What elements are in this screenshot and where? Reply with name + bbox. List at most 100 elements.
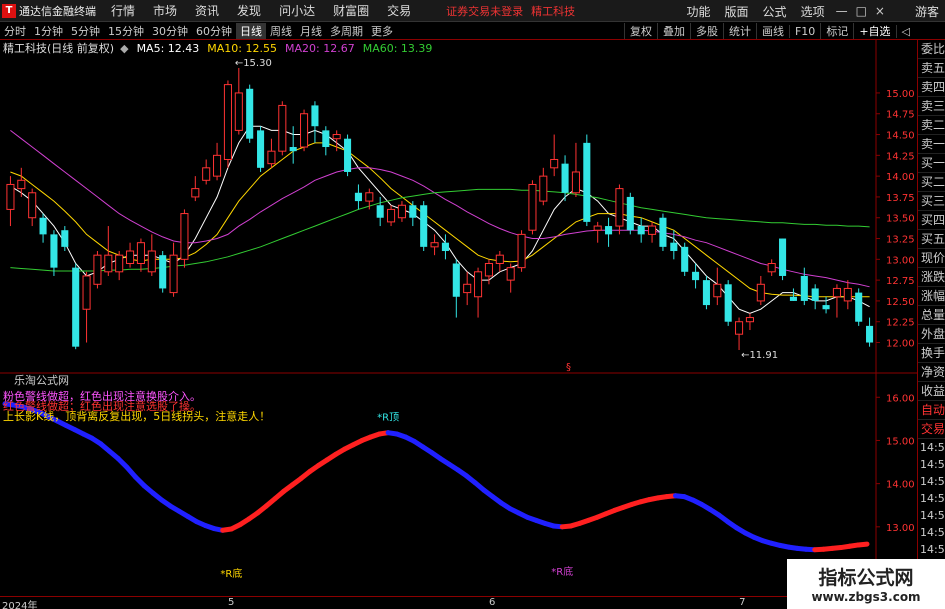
close-icon[interactable]: ×: [871, 4, 889, 18]
event-marker: §: [566, 362, 571, 373]
menu-item-ask[interactable]: 问小达: [270, 2, 324, 19]
adjust-button[interactable]: 复权: [623, 23, 657, 39]
menu-item-trade[interactable]: 交易: [378, 2, 420, 19]
candle-body-up: [506, 267, 515, 281]
period-tab[interactable]: 分时: [0, 23, 30, 39]
period-tab[interactable]: 5分钟: [67, 23, 104, 39]
candle: [159, 251, 167, 293]
candle: [6, 176, 15, 227]
period-tab[interactable]: 1分钟: [30, 23, 67, 39]
login-status[interactable]: 证券交易未登录: [446, 3, 523, 19]
tick-time: 14:56: [920, 526, 945, 539]
candle-body-up: [6, 183, 15, 210]
tick-time: 14:56: [920, 475, 945, 488]
price-tick-label: 13.25: [886, 235, 915, 246]
menu-item-formula[interactable]: 公式: [756, 3, 794, 20]
candle: [365, 188, 374, 210]
moving-average-lines: [10, 125, 870, 314]
price-tick-label: 12.75: [886, 276, 915, 287]
price-tick-labels: 15.00 14.75 14.50 14.25 14.00 13.75 13.50 13.25…: [876, 89, 915, 350]
date-label: 6: [488, 597, 496, 608]
period-tab[interactable]: 月线: [296, 23, 326, 39]
candle: [539, 167, 548, 206]
candle-body-down: [659, 217, 667, 247]
menu-item-market[interactable]: 行情: [102, 2, 144, 19]
period-tab[interactable]: 60分钟: [192, 23, 236, 39]
ma-indicator-icon[interactable]: ◆: [120, 42, 128, 55]
quote-field: 买二: [918, 173, 945, 192]
candle-body-up: [430, 242, 439, 248]
quote-field[interactable]: 自动: [918, 401, 945, 420]
indicator-tick-label: 13.00: [886, 523, 915, 534]
candle: [136, 238, 145, 272]
quote-field: 卖一: [918, 135, 945, 154]
alert-line-3: 上长影K线，顶背离反复出现，5日线拐头，注意走人！: [3, 410, 271, 423]
menu-item-wealth[interactable]: 财富圈: [324, 2, 378, 19]
candle: [344, 134, 352, 177]
candle-body-up: [267, 150, 276, 165]
candle-body-up: [756, 283, 765, 302]
candle-body-up: [713, 283, 722, 298]
period-tab-more[interactable]: 更多: [367, 23, 397, 39]
candle: [528, 180, 537, 235]
menu-item-layout[interactable]: 版面: [718, 3, 756, 20]
quote-field: 买五: [918, 230, 945, 249]
candle-body-up: [387, 208, 396, 223]
mark-button[interactable]: 标记: [820, 23, 853, 39]
overlay-button[interactable]: 叠加: [656, 23, 690, 39]
period-tab[interactable]: 30分钟: [148, 23, 192, 39]
candle-body-up: [474, 271, 483, 298]
menu-item-options[interactable]: 选项: [794, 3, 832, 20]
app-title: 通达信金融终端: [19, 4, 96, 18]
back-icon[interactable]: ◁: [895, 24, 915, 38]
candle: [311, 101, 319, 143]
indicator-header: 乐淘公式网: [0, 372, 69, 388]
candle: [724, 280, 732, 326]
period-tab[interactable]: 周线: [266, 23, 296, 39]
candle: [735, 317, 744, 351]
guest-user[interactable]: 游客: [909, 3, 945, 20]
quote-field[interactable]: 交易: [918, 420, 945, 439]
f10-button[interactable]: F10: [788, 24, 820, 38]
candle-body-down: [354, 192, 362, 202]
candle: [289, 126, 297, 164]
tick-time: 14:56: [920, 441, 945, 454]
candle: [452, 259, 460, 318]
candle-body-down: [605, 226, 613, 235]
ma10-label: MA10: 12.55: [207, 41, 277, 55]
candle-body-down: [311, 105, 319, 127]
candle-body-up: [615, 188, 624, 227]
menu-item-news[interactable]: 资讯: [186, 2, 228, 19]
quote-field: 收益: [918, 382, 945, 401]
candle-body-down: [72, 267, 80, 347]
tick-time: 14:56: [920, 509, 945, 522]
chart-canvas[interactable]: ←15.30←11.91§ 15.0014.7514.5014.2514.001…: [0, 40, 917, 596]
menu-item-discover[interactable]: 发现: [228, 2, 270, 19]
candlesticks: ←15.30 ←11.91 §: [6, 58, 874, 373]
candle: [659, 213, 667, 252]
candle: [180, 209, 189, 268]
period-tab[interactable]: 15分钟: [104, 23, 148, 39]
candle-body-up: [104, 254, 113, 273]
candle: [354, 184, 362, 210]
quote-field: 涨跌: [918, 268, 945, 287]
add-watchlist-button[interactable]: +自选: [853, 23, 895, 39]
minimize-icon[interactable]: —: [832, 4, 852, 18]
period-tab[interactable]: 多周期: [326, 23, 367, 39]
candle: [637, 217, 645, 243]
candle-body-down: [822, 305, 830, 310]
period-tab-daily[interactable]: 日线: [236, 22, 266, 39]
maximize-icon[interactable]: □: [852, 4, 871, 18]
watermark-title: 指标公式网: [818, 567, 914, 589]
indicator-name[interactable]: 乐淘公式网: [0, 372, 69, 388]
candle: [169, 242, 178, 297]
menu-item-markets[interactable]: 市场: [144, 2, 186, 19]
candle-body-up: [397, 204, 406, 219]
multi-stock-button[interactable]: 多股: [689, 23, 723, 39]
draw-line-button[interactable]: 画线: [755, 23, 789, 39]
stats-button[interactable]: 统计: [722, 23, 756, 39]
candle-body-down: [61, 230, 69, 247]
menu-item-function[interactable]: 功能: [680, 3, 718, 20]
quote-field: 卖二: [918, 116, 945, 135]
candle-body-up: [550, 158, 559, 169]
